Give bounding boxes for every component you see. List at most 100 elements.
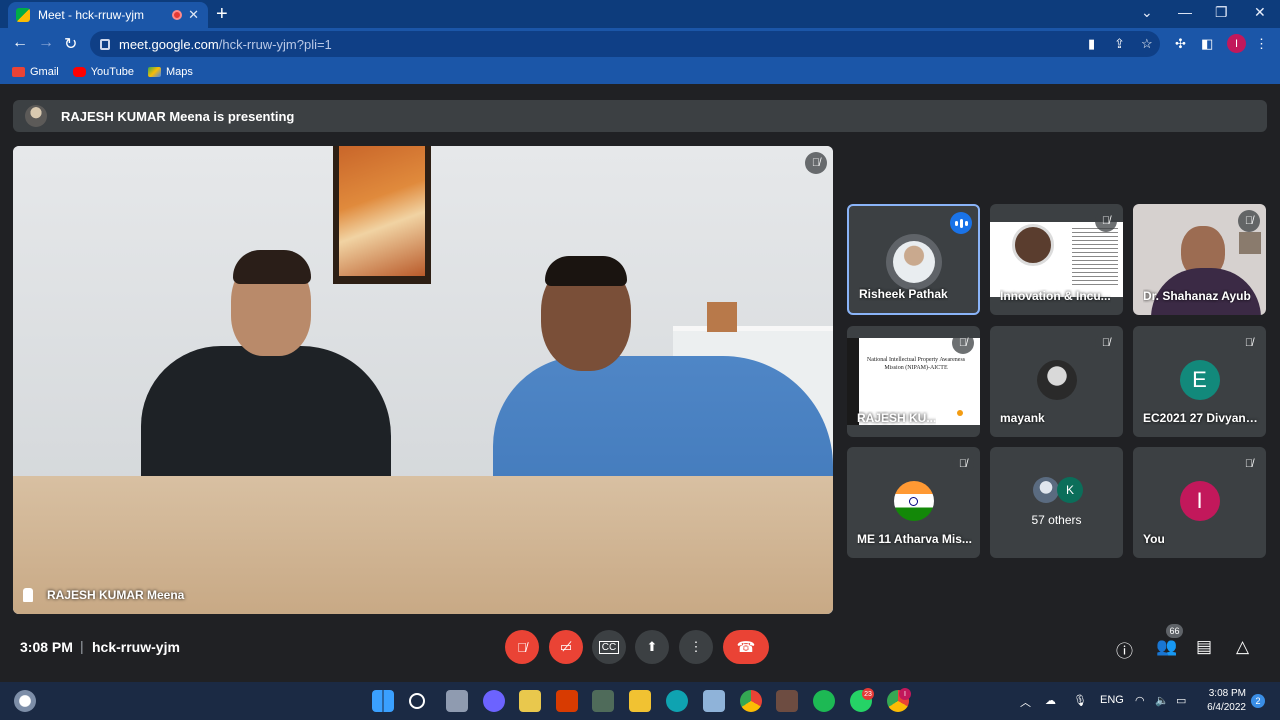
participant-tile[interactable]: National Intellectual Property Awareness… [847,326,980,437]
mic-off-icon: 🎙̸ [1238,453,1260,475]
chrome-icon[interactable] [740,690,762,712]
meet-stage: RAJESH KUMAR Meena is presenting 🎙̸ RAJE… [0,86,1280,682]
flag-avatar-icon [893,481,934,521]
meeting-code: hck-rruw-yjm [92,639,180,655]
photos-icon[interactable] [703,690,725,712]
avatar [1036,360,1077,400]
pin-icon[interactable] [23,588,33,602]
youtube-icon [72,67,86,77]
bookmark-youtube[interactable]: YouTube [72,66,134,78]
avatar: I [1179,481,1220,521]
file-explorer-icon[interactable] [629,690,651,712]
people-icon[interactable]: 👥 [1156,637,1177,657]
leave-call-button[interactable]: ☎ [723,630,769,664]
url-bar[interactable]: meet.google.com /hck-rruw-yjm?pli=1 [90,31,1160,57]
presenting-banner: RAJESH KUMAR Meena is presenting [13,100,1267,132]
captions-icon: CC [598,640,620,654]
close-tab-button[interactable]: ✕ [188,7,199,23]
mic-off-icon: 🎙̸ [805,152,827,174]
mic-off-icon: 🎙̸ [1238,332,1260,354]
participant-tile[interactable]: E 🎙̸ EC2021 27 Divyans... [1133,326,1266,437]
reload-icon[interactable]: ↻ [64,34,77,54]
bookmark-label: YouTube [90,66,134,78]
bookmark-star-icon[interactable]: ☆ [1141,36,1153,52]
start-icon[interactable] [372,690,394,712]
app-icon[interactable] [592,690,614,712]
maximize-button[interactable]: ❐ [1215,4,1228,21]
side-panel-icon[interactable]: ◧ [1201,36,1213,52]
forward-icon[interactable]: → [38,34,54,52]
tab-search-button[interactable]: ⌄ [1141,4,1153,21]
mic-off-icon: 🎙̸ [1238,210,1260,232]
participant-name: EC2021 27 Divyans... [1143,411,1261,425]
language-indicator[interactable]: ENG [1100,694,1124,706]
search-icon[interactable] [409,693,425,709]
mic-off-icon: 🎙̸ [517,639,527,655]
recording-indicator-icon [172,10,182,20]
share-icon[interactable]: ⇪ [1114,36,1125,52]
tab-meet[interactable]: Meet - hck-rruw-yjm ✕ [8,2,208,28]
battery-icon[interactable]: ▭ [1176,694,1186,707]
participant-tile[interactable]: 🎙̸ mayank [990,326,1123,437]
bookmark-label: Maps [165,66,193,78]
profile-avatar[interactable]: I [1227,34,1246,53]
mic-off-icon: 🎙̸ [1095,332,1117,354]
participant-tile[interactable]: Risheek Pathak [847,204,980,315]
windows-taskbar: 23 I ︿ ☁ 🎙 ENG ◠ 🔈 ▭ 3:08 PM 6/4/2022 2 [0,682,1280,720]
close-window-button[interactable]: ✕ [1254,4,1266,21]
app-icon[interactable] [519,690,541,712]
spotify-icon[interactable] [813,690,835,712]
avatar: K [1057,477,1083,503]
bookmark-maps[interactable]: Maps [147,66,193,78]
participant-name: Innovation & Incu... [1000,289,1111,303]
system-clock[interactable]: 3:08 PM 6/4/2022 [1200,687,1246,715]
presenting-text: RAJESH KUMAR Meena is presenting [61,108,295,124]
chat-app-icon[interactable] [483,690,505,712]
url-host: meet.google.com [119,36,219,52]
participant-name: ME 11 Atharva Mis... [857,532,972,546]
camera-icon[interactable]: ▮ [1088,36,1095,52]
activities-icon[interactable]: △ [1236,637,1249,657]
chrome-profile-badge: I [899,688,911,700]
participant-tile[interactable]: 🎙̸ ME 11 Atharva Mis... [847,447,980,558]
meeting-info-icon[interactable]: ⓘ [1116,637,1133,662]
new-tab-button[interactable]: + [216,3,228,26]
bookmark-gmail[interactable]: Gmail [12,66,59,78]
captions-button[interactable]: CC [592,630,626,664]
present-button[interactable]: ⬆ [635,630,669,664]
shared-screen-thumbnail [990,222,1123,297]
main-video-tile[interactable]: 🎙̸ RAJESH KUMAR Meena [13,146,833,614]
mic-toggle-button[interactable]: 🎙̸ [505,630,539,664]
participant-tile-self[interactable]: I 🎙̸ You [1133,447,1266,558]
avatar [885,234,942,290]
wifi-icon[interactable]: ◠ [1135,694,1145,707]
end-call-icon: ☎ [736,639,756,656]
mic-off-icon: 🎙̸ [952,332,974,354]
participant-tile[interactable]: 🎙̸ Dr. Shahanaz Ayub [1133,204,1266,315]
others-count: 57 others [1031,513,1082,527]
participants-count-badge: 66 [1166,624,1183,638]
speaking-indicator-icon [950,212,972,234]
office-icon[interactable] [556,690,578,712]
menu-dots-icon[interactable]: ⋮ [1255,36,1268,52]
chat-icon[interactable]: ▤ [1196,637,1212,657]
tab-title: Meet - hck-rruw-yjm [38,8,145,22]
notifications-badge[interactable]: 2 [1251,694,1265,708]
camera-toggle-button[interactable]: ▭̸ [549,630,583,664]
others-tile[interactable]: K 57 others [990,447,1123,558]
volume-icon[interactable]: 🔈 [1155,694,1169,707]
more-options-button[interactable]: ⋮ [679,630,713,664]
edge-icon[interactable] [666,690,688,712]
weather-icon[interactable] [14,690,36,712]
minimize-button[interactable]: — [1178,4,1192,20]
bookmark-label: Gmail [30,66,59,78]
app-icon[interactable] [776,690,798,712]
back-icon[interactable]: ← [12,34,28,52]
onedrive-icon[interactable]: ☁ [1045,694,1056,707]
extensions-icon[interactable]: ✣ [1175,36,1186,52]
participant-tile[interactable]: 🎙̸ Innovation & Incu... [990,204,1123,315]
task-view-icon[interactable] [446,690,468,712]
microphone-icon[interactable]: 🎙 [1073,694,1087,707]
chevron-up-icon[interactable]: ︿ [1020,694,1031,710]
divider: | [80,638,84,654]
